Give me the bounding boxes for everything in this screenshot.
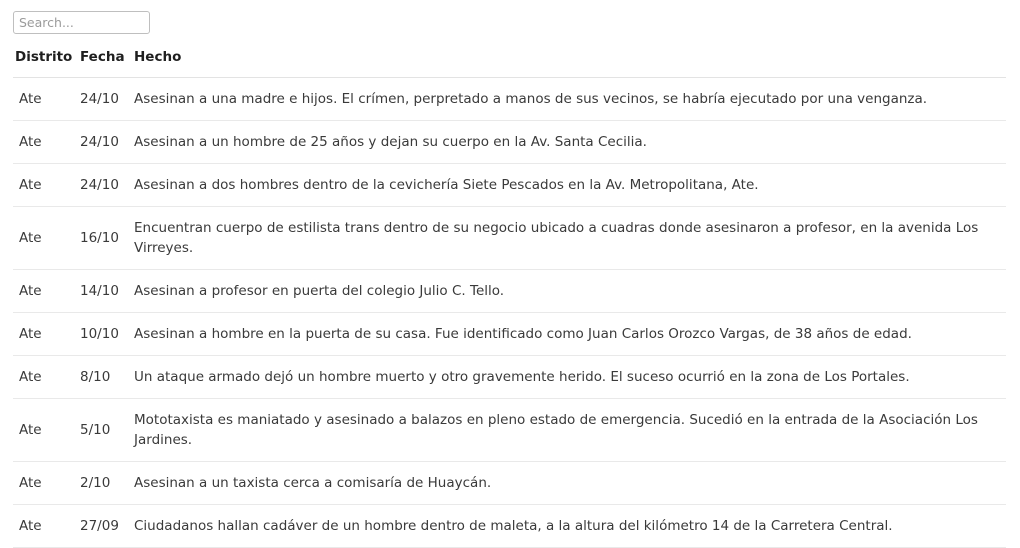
table-row[interactable]: Ate 24/10 Asesinan a una madre e hijos. El…: [13, 77, 1006, 121]
cell-hecho: Asesinan a dos hombres dentro de la cevi…: [131, 163, 1006, 207]
search-input[interactable]: [13, 11, 150, 34]
cell-hecho: Un ataque armado dejó un hombre muerto y…: [131, 355, 1006, 399]
cell-fecha: 8/10: [79, 355, 131, 399]
cell-hecho: Asesinan a hombre en la puerta de su cas…: [131, 312, 1006, 356]
table-row[interactable]: Ate 5/10 Mototaxista es maniatado y asesin…: [13, 398, 1006, 462]
cell-fecha: 2/10: [79, 461, 131, 505]
cell-fecha: 10/10: [79, 312, 131, 356]
cell-fecha: 27/09: [79, 504, 131, 548]
cell-distrito: Ate: [13, 77, 79, 121]
cell-hecho: Mototaxista es maniatado y asesinado a b…: [131, 398, 1006, 462]
cell-distrito: Ate: [13, 461, 79, 505]
table-row[interactable]: Ate 10/10 Asesinan a hombre en la puerta d…: [13, 312, 1006, 356]
cell-hecho: Asesinan a profesor en puerta del colegi…: [131, 269, 1006, 313]
cell-distrito: Ate: [13, 398, 79, 462]
cell-fecha: 14/10: [79, 269, 131, 313]
cell-fecha: 24/10: [79, 77, 131, 121]
column-header-fecha[interactable]: Fecha: [79, 49, 131, 78]
table-row[interactable]: Ate 2/10 Asesinan a un taxista cerca a com…: [13, 461, 1006, 505]
cell-distrito: Ate: [13, 163, 79, 207]
table-header: Distrito Fecha Hecho: [13, 49, 1006, 78]
search-container: [0, 0, 1020, 34]
table-row[interactable]: Ate 24/10 Asesinan a un hombre de 25 años …: [13, 120, 1006, 164]
cell-hecho: Asesinan a un hombre de 25 años y dejan …: [131, 120, 1006, 164]
column-header-hecho[interactable]: Hecho: [131, 49, 1006, 78]
cell-fecha: 24/10: [79, 163, 131, 207]
table-row[interactable]: Ate 8/10 Un ataque armado dejó un hombre m…: [13, 355, 1006, 399]
cell-hecho: Ciudadanos hallan cadáver de un hombre d…: [131, 504, 1006, 548]
cell-fecha: 24/10: [79, 120, 131, 164]
table-row[interactable]: Ate 24/10 Asesinan a dos hombres dentro de…: [13, 163, 1006, 207]
table-row[interactable]: Ate 27/09 Ciudadanos hallan cadáver de un …: [13, 504, 1006, 548]
cell-hecho: Asesinan a un taxista cerca a comisaría …: [131, 461, 1006, 505]
facts-table: Distrito Fecha Hecho Ate 24/10 Asesinan a …: [13, 49, 1006, 548]
table-container: Distrito Fecha Hecho Ate 24/10 Asesinan a …: [0, 49, 1020, 548]
table-row[interactable]: Ate 16/10 Encuentran cuerpo de estilista t…: [13, 206, 1006, 270]
cell-distrito: Ate: [13, 312, 79, 356]
cell-distrito: Ate: [13, 120, 79, 164]
cell-hecho: Encuentran cuerpo de estilista trans den…: [131, 206, 1006, 270]
cell-fecha: 5/10: [79, 398, 131, 462]
table-body: Ate 24/10 Asesinan a una madre e hijos. El…: [13, 77, 1006, 548]
table-row[interactable]: Ate 14/10 Asesinan a profesor en puerta de…: [13, 269, 1006, 313]
cell-distrito: Ate: [13, 206, 79, 270]
cell-hecho: Asesinan a una madre e hijos. El crímen,…: [131, 77, 1006, 121]
cell-distrito: Ate: [13, 355, 79, 399]
cell-fecha: 16/10: [79, 206, 131, 270]
page-root: Distrito Fecha Hecho Ate24/10Asesinan a …: [0, 0, 1020, 548]
column-header-distrito[interactable]: Distrito: [13, 49, 79, 78]
table-header-row: Distrito Fecha Hecho: [13, 49, 1006, 78]
cell-distrito: Ate: [13, 504, 79, 548]
cell-distrito: Ate: [13, 269, 79, 313]
